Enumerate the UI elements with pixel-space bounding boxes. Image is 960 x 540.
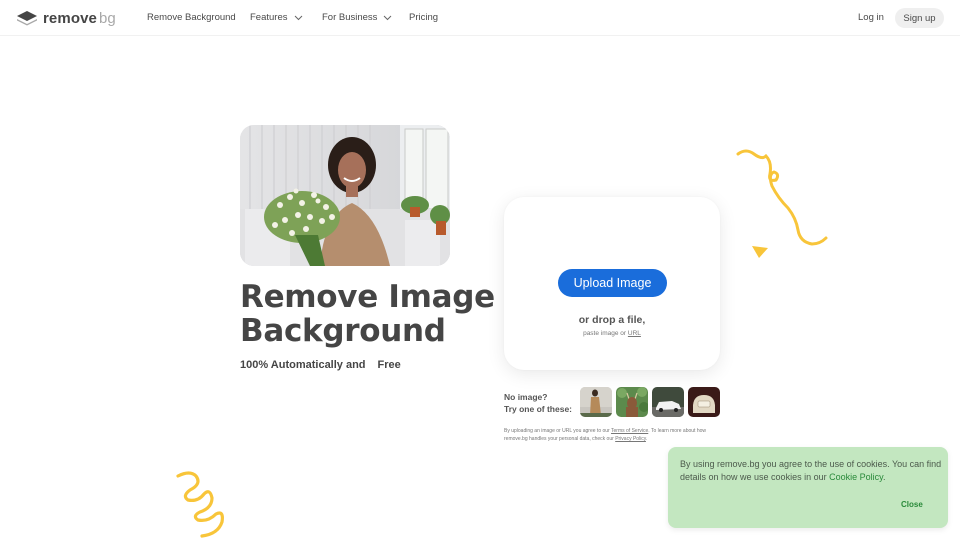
hero-photo-illustration <box>240 125 450 266</box>
drop-file-text: or drop a file, <box>578 314 646 326</box>
chevron-down-icon <box>294 15 302 20</box>
chevron-down-icon <box>384 15 392 20</box>
nav-for-business[interactable]: For Business <box>322 12 392 23</box>
thumbnail-deer-image <box>616 387 648 417</box>
spiral-decoration <box>176 471 224 538</box>
legal-text: By uploading an image or URL you agree t… <box>504 428 610 434</box>
sample-thumbnail-car[interactable] <box>652 387 684 417</box>
cookie-banner: By using remove.bg you agree to the use … <box>668 447 948 528</box>
sample-prompt-line-2: Try one of these: <box>504 404 573 414</box>
cookie-policy-link[interactable]: Cookie Policy <box>829 472 883 482</box>
legal-text: . <box>645 436 648 442</box>
legal-notice: By uploading an image or URL you agree t… <box>504 427 724 443</box>
title-line-1: Remove Image <box>240 279 495 315</box>
sample-thumbnail-deer[interactable] <box>616 387 648 417</box>
nav-remove-background[interactable]: Remove Background <box>147 12 236 23</box>
sample-thumbnail-woman-in-coat[interactable] <box>580 387 612 417</box>
sample-thumbnail-phone[interactable] <box>688 387 720 417</box>
nav-label: Pricing <box>409 12 439 23</box>
cookie-period: . <box>882 471 886 482</box>
cookie-message: By using remove.bg you agree to the use … <box>680 459 942 482</box>
sample-prompt: No image? Try one of these: <box>504 391 572 415</box>
logo-text-secondary: bg <box>98 9 116 27</box>
subtitle-text: 100% Automatically and <box>240 359 366 371</box>
thumbnail-phone-image <box>688 387 720 417</box>
paste-hint-text: paste image or <box>583 330 627 337</box>
thumbnail-car-image <box>652 387 684 417</box>
title-line-2: Background <box>240 313 446 349</box>
privacy-policy-link[interactable]: Privacy Policy <box>615 436 646 442</box>
terms-of-service-link[interactable]: Terms of Service <box>611 428 648 434</box>
signup-button[interactable]: Sign up <box>895 8 944 28</box>
free-badge: Free <box>370 356 409 374</box>
nav-label: Remove Background <box>147 12 236 23</box>
squiggle-decoration <box>736 149 828 246</box>
logo-icon <box>17 11 37 26</box>
login-link[interactable]: Log in <box>858 12 884 23</box>
hero-image <box>240 125 450 266</box>
sample-prompt-line-1: No image? <box>504 392 548 402</box>
nav-features[interactable]: Features <box>250 12 303 23</box>
thumbnail-woman-image <box>580 387 612 417</box>
logo-text-primary: remove <box>43 9 97 27</box>
cookie-close-button[interactable]: Close <box>901 500 923 509</box>
sample-thumbnails <box>580 387 720 417</box>
site-header: remove bg Remove Background Features For … <box>0 0 960 36</box>
nav-label: Features <box>250 12 288 23</box>
page-title: Remove Image Background <box>240 280 495 348</box>
upload-image-button[interactable]: Upload Image <box>558 269 667 297</box>
cookie-text: By using remove.bg you agree to the use … <box>680 458 942 483</box>
hero-subtitle: 100% Automatically and Free <box>240 356 409 374</box>
triangle-decoration <box>752 246 768 258</box>
logo[interactable]: remove bg <box>16 9 116 27</box>
paste-hint: paste image or URL <box>504 330 720 337</box>
nav-label: For Business <box>322 12 378 23</box>
badge-text: Free <box>377 359 401 371</box>
logo-text: remove bg <box>43 10 116 27</box>
url-link[interactable]: URL <box>628 330 641 337</box>
nav-pricing[interactable]: Pricing <box>409 12 438 23</box>
